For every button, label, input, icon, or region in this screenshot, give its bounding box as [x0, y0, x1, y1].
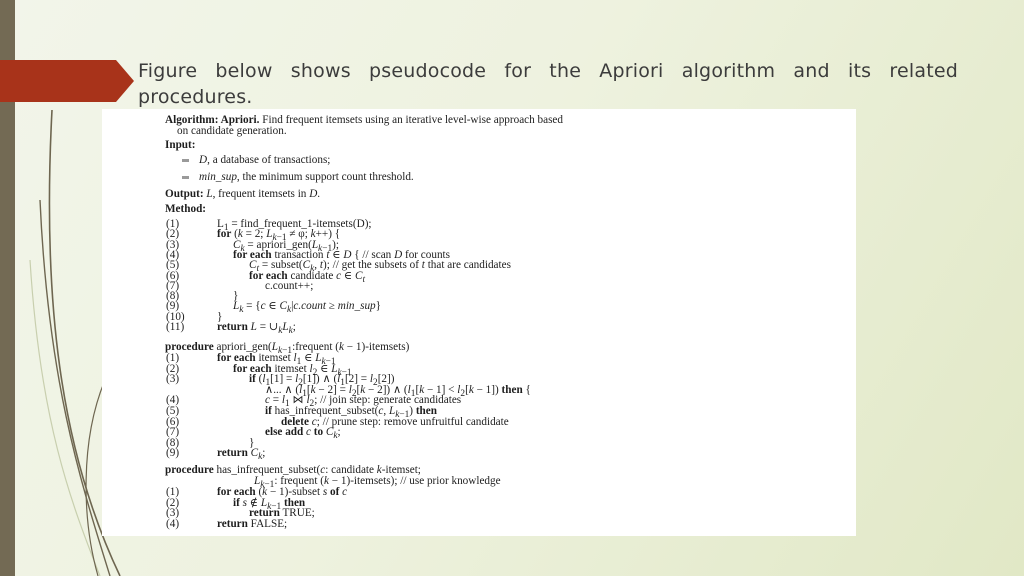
- line-number: (7): [166, 426, 180, 439]
- code-line: return FALSE;: [217, 517, 288, 530]
- input-text: , a database of transactions;: [207, 154, 331, 166]
- code-line: return TRUE;: [249, 507, 315, 520]
- pseudocode-figure: Algorithm: Apriori. Find frequent itemse…: [102, 109, 856, 536]
- output-label: Output:: [165, 188, 204, 200]
- procedure-has-infrequent-subset-header: procedure has_infrequent_subset(c: candi…: [165, 464, 421, 476]
- code-line: return L = ∪kLk;: [217, 321, 296, 337]
- algorithm-title: Algorithm: Apriori. Find frequent itemse…: [165, 114, 563, 126]
- line-number: (1): [166, 486, 180, 498]
- code-line: Lk = {c ∈ Ck|c.count ≥ min_sup}: [233, 300, 382, 316]
- input-var: D: [199, 154, 208, 166]
- algorithm-title-rest: Find frequent itemsets using an iterativ…: [259, 114, 563, 126]
- line-number: (11): [166, 321, 185, 333]
- input-var: min_sup: [199, 171, 237, 183]
- code-line: else add c to Ck;: [265, 426, 341, 442]
- output-end: .: [317, 188, 321, 200]
- line-number: (5): [166, 259, 180, 272]
- bullet-arrow-icon: [0, 60, 134, 102]
- method-label: Method:: [165, 203, 207, 215]
- input-item: D, a database of transactions;: [182, 154, 331, 166]
- bullet-square-icon: [182, 175, 189, 179]
- output-line: Output: L, frequent itemsets in D.: [165, 188, 321, 200]
- algorithm-title-cont: on candidate generation.: [177, 125, 287, 137]
- input-label: Input:: [165, 139, 196, 151]
- code-line: c.count++;: [265, 279, 314, 292]
- line-number: (3): [166, 373, 180, 386]
- output-text: , frequent itemsets in: [212, 188, 310, 200]
- line-number: (5): [166, 405, 180, 417]
- slide-heading: Figure below shows pseudocode for the Ap…: [138, 60, 958, 108]
- bullet-square-icon: [182, 158, 189, 162]
- code-line: return Ck;: [217, 447, 266, 463]
- line-number: (1): [166, 352, 180, 364]
- line-number: (3): [166, 507, 180, 520]
- input-item: min_sup, the minimum support count thres…: [182, 171, 414, 183]
- line-number: (4): [166, 517, 180, 530]
- line-number: (9): [166, 447, 180, 460]
- input-text: , the minimum support count threshold.: [236, 171, 414, 183]
